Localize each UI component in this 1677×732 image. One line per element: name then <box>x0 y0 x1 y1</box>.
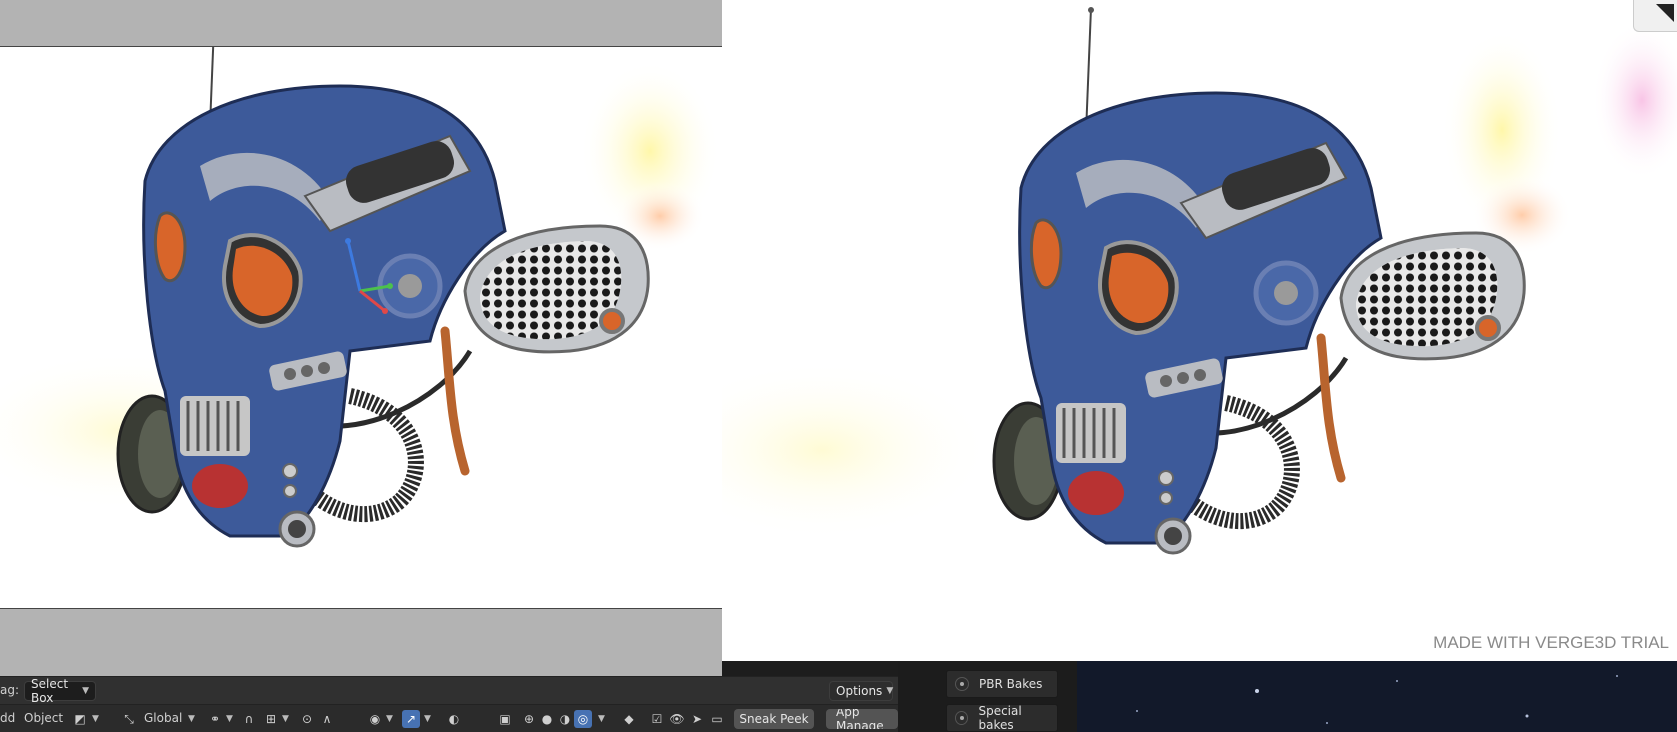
object-mode-icon[interactable]: ◩ <box>71 710 89 728</box>
options-dropdown[interactable]: Options ▼ <box>829 681 893 701</box>
falloff-icon[interactable]: ∧ <box>318 710 336 728</box>
select-box-dropdown[interactable]: Select Box ▼ <box>24 677 96 705</box>
xray-icon[interactable]: ▣ <box>496 710 514 728</box>
add-menu[interactable]: dd <box>0 711 15 725</box>
blender-3d-viewport[interactable] <box>0 0 722 676</box>
orientation-icon[interactable]: ⤡ <box>120 710 138 728</box>
chevron-down-icon: ▼ <box>92 714 99 724</box>
shading-material-icon[interactable]: ◑ <box>556 710 574 728</box>
radio-icon <box>955 711 969 725</box>
checkbox-icon[interactable]: ☑ <box>648 710 666 728</box>
eye-icon[interactable]: 👁 <box>668 710 686 728</box>
chevron-down-icon: ▼ <box>82 686 89 696</box>
verge3d-watermark: MADE WITH VERGE3D TRIAL <box>1433 633 1669 652</box>
transform-orientation-value[interactable]: Global <box>144 711 182 725</box>
helmet-render-left <box>0 47 722 608</box>
chevron-down-icon: ▼ <box>886 686 894 696</box>
viewport-header-bottom: dd Object ◩ ▼ ⤡ Global ▼ ⚭ ▼ ∩ ⊞ ▼ ⊙ ∧ ◉… <box>0 704 898 732</box>
shading-solid-icon[interactable]: ● <box>538 710 556 728</box>
screen-icon[interactable]: ▭ <box>708 710 726 728</box>
special-bakes-label: Special bakes <box>978 704 1022 732</box>
chevron-down-icon: ▼ <box>424 714 431 724</box>
object-menu[interactable]: Object <box>24 711 63 725</box>
pbr-bakes-label: PBR Bakes <box>979 677 1043 691</box>
shading-rendered-icon[interactable]: ◎ <box>574 710 592 728</box>
options-label: Options <box>836 684 883 698</box>
viewport-header-top: ag: Select Box ▼ Options ▼ <box>0 676 898 705</box>
select-mode-value: Select Box <box>31 677 69 705</box>
overlay-icon[interactable]: ◐ <box>445 710 463 728</box>
corner-arrow-icon <box>1656 4 1674 22</box>
pbr-bakes-button[interactable]: PBR Bakes <box>946 670 1058 698</box>
helmet-render-right <box>722 0 1677 661</box>
gizmo-icon[interactable]: ↗ <box>402 710 420 728</box>
starfield-background <box>1077 661 1677 732</box>
camera-frame[interactable] <box>0 46 722 609</box>
snap-icon[interactable]: ∩ <box>240 710 258 728</box>
visibility-icon[interactable]: ◉ <box>366 710 384 728</box>
chevron-down-icon: ▼ <box>598 714 605 724</box>
sneak-peek-button[interactable]: Sneak Peek <box>734 709 814 729</box>
pivot-icon[interactable]: ⚭ <box>206 710 224 728</box>
verge3d-preview-canvas[interactable]: MADE WITH VERGE3D TRIAL <box>722 0 1677 661</box>
proportional-icon[interactable]: ⊙ <box>298 710 316 728</box>
special-bakes-button[interactable]: Special bakes <box>946 704 1058 732</box>
keyframe-icon[interactable]: ◆ <box>620 710 638 728</box>
chevron-down-icon: ▼ <box>282 714 289 724</box>
chevron-down-icon: ▼ <box>226 714 233 724</box>
snap-target-icon[interactable]: ⊞ <box>262 710 280 728</box>
drag-label: ag: <box>0 683 20 697</box>
chevron-down-icon: ▼ <box>188 714 195 724</box>
app-manager-button[interactable]: App Manage <box>826 709 898 729</box>
radio-icon <box>955 677 969 691</box>
chevron-down-icon: ▼ <box>386 714 393 724</box>
fullscreen-button[interactable] <box>1633 0 1677 32</box>
shading-wireframe-icon[interactable]: ⊕ <box>520 710 538 728</box>
cursor-icon[interactable]: ➤ <box>688 710 706 728</box>
